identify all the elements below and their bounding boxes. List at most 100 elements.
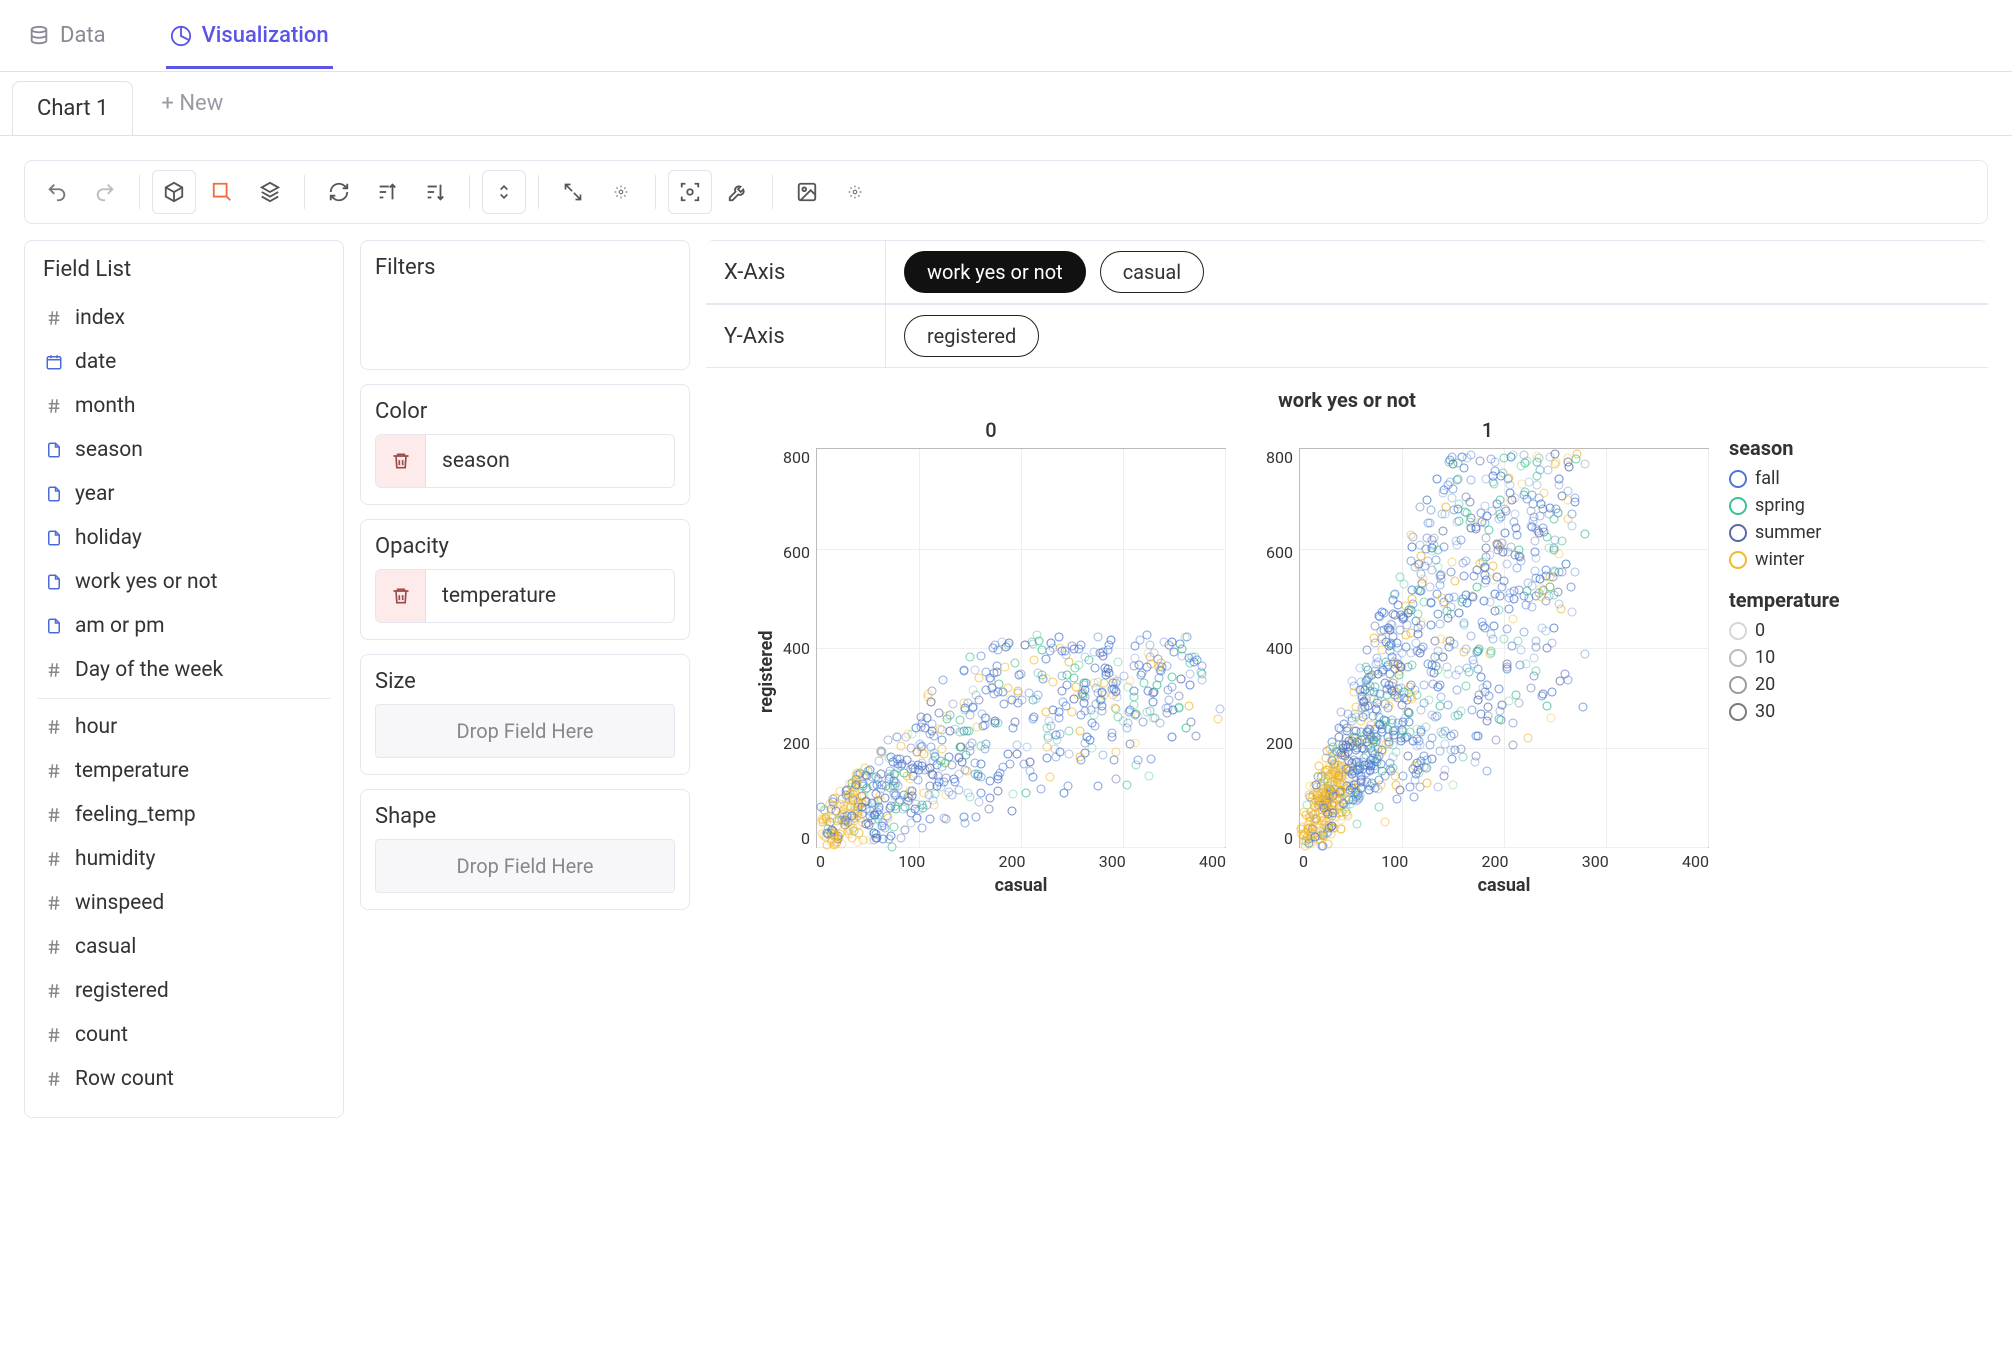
x-axis-pills[interactable]: work yes or not casual bbox=[886, 251, 1204, 293]
cube-button[interactable] bbox=[152, 170, 196, 214]
legend-color-title: season bbox=[1729, 436, 1840, 460]
field-list-items: index datemonthseasonyearholiday work yes … bbox=[37, 296, 331, 692]
toolbar-separator bbox=[469, 175, 470, 209]
undo-button[interactable] bbox=[35, 170, 79, 214]
y-axis-pills[interactable]: registered bbox=[886, 315, 1039, 357]
toolbar-separator bbox=[772, 175, 773, 209]
filters-panel[interactable]: Filters bbox=[360, 240, 690, 370]
legend-item-10[interactable]: 10 bbox=[1729, 647, 1840, 668]
y-ticks: 8006004002000 bbox=[1266, 448, 1299, 848]
tab-chart-1[interactable]: Chart 1 bbox=[12, 81, 133, 135]
facet-label: 1 bbox=[1482, 418, 1493, 442]
legend-swatch-icon bbox=[1729, 703, 1747, 721]
image-settings-button[interactable] bbox=[833, 170, 877, 214]
field-item-winspeed[interactable]: winspeed bbox=[37, 881, 331, 925]
facet-label: 0 bbox=[985, 418, 996, 442]
field-item-season[interactable]: season bbox=[37, 428, 331, 472]
size-panel: Size Drop Field Here bbox=[360, 654, 690, 775]
field-list-items-2: hour temperaturefeeling_temphumiditywinsp… bbox=[37, 705, 331, 1101]
shape-title: Shape bbox=[375, 804, 675, 829]
legend-item-20[interactable]: 20 bbox=[1729, 674, 1840, 695]
x-pill-work-yes-or-not[interactable]: work yes or not bbox=[904, 251, 1086, 293]
field-item-humidity[interactable]: humidity bbox=[37, 837, 331, 881]
refresh-button[interactable] bbox=[317, 170, 361, 214]
field-item-casual[interactable]: casual bbox=[37, 925, 331, 969]
scan-button[interactable] bbox=[668, 170, 712, 214]
nav-viz-label: Visualization bbox=[202, 23, 329, 48]
legend-item-spring[interactable]: spring bbox=[1729, 495, 1840, 516]
opacity-delete-button[interactable] bbox=[376, 570, 426, 622]
legend-opacity-items: 0 10 20 30 bbox=[1729, 620, 1840, 722]
field-item-registered[interactable]: registered bbox=[37, 969, 331, 1013]
field-item-count[interactable]: count bbox=[37, 1013, 331, 1057]
x-axis-title: casual bbox=[816, 875, 1226, 896]
y-pill-registered[interactable]: registered bbox=[904, 315, 1039, 357]
x-pill-casual[interactable]: casual bbox=[1100, 251, 1204, 293]
field-item-year[interactable]: year bbox=[37, 472, 331, 516]
facet-0: 0registered80060040020000100200300400cas… bbox=[756, 418, 1226, 896]
field-type-icon bbox=[43, 938, 65, 956]
field-item-Row-count[interactable]: Row count bbox=[37, 1057, 331, 1101]
mark-type-button[interactable] bbox=[200, 170, 244, 214]
tab-new[interactable]: + New bbox=[153, 77, 231, 130]
field-item-month[interactable]: month bbox=[37, 384, 331, 428]
legend-label: 10 bbox=[1755, 647, 1775, 668]
field-item-am-or-pm[interactable]: am or pm bbox=[37, 604, 331, 648]
filters-title: Filters bbox=[375, 255, 675, 280]
legend-item-30[interactable]: 30 bbox=[1729, 701, 1840, 722]
expand-settings-button[interactable] bbox=[599, 170, 643, 214]
legend-label: 30 bbox=[1755, 701, 1775, 722]
field-item-date[interactable]: date bbox=[37, 340, 331, 384]
legend-opacity-title: temperature bbox=[1729, 588, 1840, 612]
chart-tabs: Chart 1 + New bbox=[0, 72, 2012, 136]
toolbar-separator bbox=[304, 175, 305, 209]
field-label: casual bbox=[75, 935, 136, 959]
legend-item-summer[interactable]: summer bbox=[1729, 522, 1840, 543]
field-item-holiday[interactable]: holiday bbox=[37, 516, 331, 560]
sort-asc-button[interactable] bbox=[365, 170, 409, 214]
legend-item-0[interactable]: 0 bbox=[1729, 620, 1840, 641]
scatter-plot[interactable] bbox=[816, 448, 1226, 848]
field-type-icon bbox=[43, 718, 65, 736]
wrench-button[interactable] bbox=[716, 170, 760, 214]
legend-item-fall[interactable]: fall bbox=[1729, 468, 1840, 489]
field-label: work yes or not bbox=[75, 570, 217, 594]
chart-pie-icon bbox=[170, 25, 192, 47]
field-item-index[interactable]: index bbox=[37, 296, 331, 340]
facet-1: 180060040020000100200300400casual bbox=[1266, 418, 1709, 896]
image-export-button[interactable] bbox=[785, 170, 829, 214]
size-drop-zone[interactable]: Drop Field Here bbox=[375, 704, 675, 758]
field-item-work-yes-or-not[interactable]: work yes or not bbox=[37, 560, 331, 604]
field-type-icon bbox=[43, 485, 65, 503]
field-label: hour bbox=[75, 715, 117, 739]
x-ticks: 0100200300400 bbox=[1299, 852, 1709, 871]
opacity-title: Opacity bbox=[375, 534, 675, 559]
color-field-pill[interactable]: season bbox=[375, 434, 675, 488]
scatter-plot[interactable] bbox=[1299, 448, 1709, 848]
sort-desc-button[interactable] bbox=[413, 170, 457, 214]
nav-data-label: Data bbox=[60, 23, 106, 48]
field-type-icon bbox=[43, 309, 65, 327]
field-item-Day-of-the-week[interactable]: Day of the week bbox=[37, 648, 331, 692]
legend-item-winter[interactable]: winter bbox=[1729, 549, 1840, 570]
field-item-hour[interactable]: hour bbox=[37, 705, 331, 749]
nav-visualization[interactable]: Visualization bbox=[166, 5, 333, 69]
color-field-label: season bbox=[426, 449, 526, 473]
color-delete-button[interactable] bbox=[376, 435, 426, 487]
field-item-temperature[interactable]: temperature bbox=[37, 749, 331, 793]
field-type-icon bbox=[43, 573, 65, 591]
redo-button[interactable] bbox=[83, 170, 127, 214]
size-title: Size bbox=[375, 669, 675, 694]
columns-container: Field List indexdatemonthseasonyearholid… bbox=[24, 240, 1988, 1118]
axis-toggle-button[interactable] bbox=[482, 170, 526, 214]
shape-drop-zone[interactable]: Drop Field Here bbox=[375, 839, 675, 893]
y-axis-label: Y-Axis bbox=[706, 305, 886, 367]
expand-button[interactable] bbox=[551, 170, 595, 214]
toolbar-separator bbox=[139, 175, 140, 209]
field-item-feeling_temp[interactable]: feeling_temp bbox=[37, 793, 331, 837]
legend-swatch-icon bbox=[1729, 551, 1747, 569]
nav-data[interactable]: Data bbox=[24, 5, 110, 66]
opacity-field-pill[interactable]: temperature bbox=[375, 569, 675, 623]
field-label: index bbox=[75, 306, 125, 330]
layers-button[interactable] bbox=[248, 170, 292, 214]
